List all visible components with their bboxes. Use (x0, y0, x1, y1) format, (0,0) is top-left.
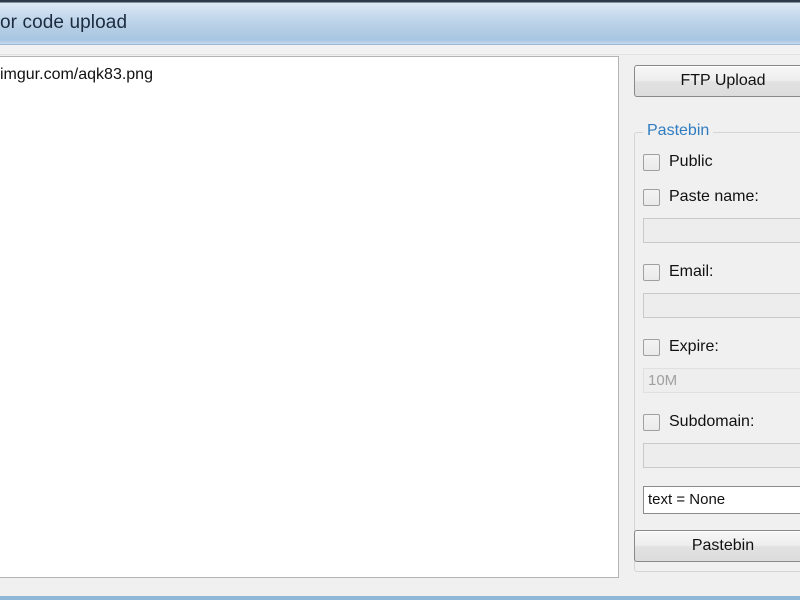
text-status-input[interactable]: text = None (643, 486, 800, 514)
checkbox-paste-name[interactable] (643, 188, 660, 206)
pastebin-submit-button[interactable]: Pastebin (634, 530, 800, 562)
titlebar-underline-strip (0, 46, 800, 55)
upload-results-list[interactable]: imgur.com/aqk83.png (0, 56, 619, 578)
checkbox-email[interactable] (643, 263, 660, 281)
checkbox-public[interactable] (643, 153, 660, 171)
checkbox-label-subdomain: Subdomain: (669, 413, 755, 430)
checkbox-label-expire: Expire: (669, 338, 719, 355)
checkbox-subdomain[interactable] (643, 413, 660, 431)
list-item[interactable]: imgur.com/aqk83.png (0, 66, 153, 84)
expire-input[interactable]: 10M (643, 368, 800, 393)
checkbox-row-email[interactable]: Email: (643, 261, 713, 283)
subdomain-input[interactable] (643, 443, 800, 468)
checkbox-row-paste-name[interactable]: Paste name: (643, 186, 759, 208)
paste-name-input[interactable] (643, 218, 800, 243)
pastebin-groupbox-label: Pastebin (643, 122, 714, 140)
window-titlebar[interactable]: or code upload (0, 0, 800, 45)
email-input[interactable] (643, 293, 800, 318)
checkbox-row-subdomain[interactable]: Subdomain: (643, 411, 754, 433)
ftp-upload-button[interactable]: FTP Upload (634, 65, 800, 97)
checkbox-label-paste-name: Paste name: (669, 188, 759, 205)
checkbox-label-public: Public (669, 153, 713, 170)
options-panel: FTP Upload Pastebin Public Paste name: E… (628, 56, 800, 578)
checkbox-row-public[interactable]: Public (643, 151, 713, 173)
window-title: or code upload (0, 12, 128, 33)
checkbox-row-expire[interactable]: Expire: (643, 336, 719, 358)
application-window: or code upload imgur.com/aqk83.png FTP U… (0, 0, 800, 600)
pastebin-groupbox: Pastebin Public Paste name: Email: Expir… (634, 122, 800, 572)
checkbox-label-email: Email: (669, 263, 714, 280)
checkbox-expire[interactable] (643, 338, 660, 356)
